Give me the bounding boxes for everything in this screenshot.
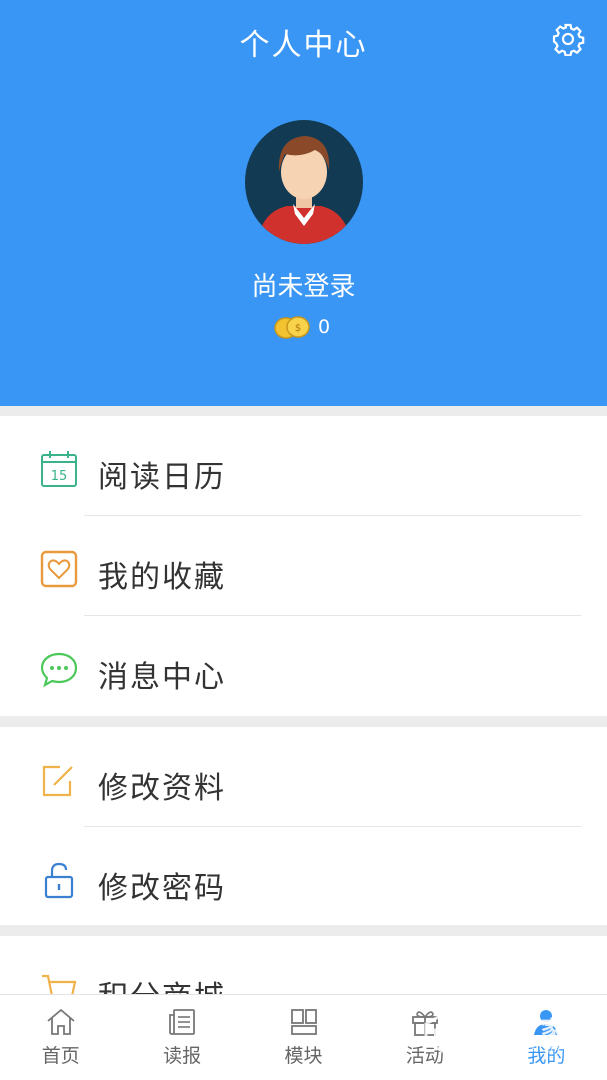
tab-label: 首页 [41, 1045, 80, 1067]
watermark: 硬件之家 YING JIAN ZHI JIA.COM [422, 1010, 589, 1055]
tab-newspaper[interactable]: 读报 [121, 995, 242, 1080]
tab-label: 读报 [163, 1045, 202, 1067]
menu-item-change-password[interactable]: 修改密码 [0, 827, 607, 927]
watermark-logo-icon [424, 1012, 460, 1053]
menu-item-messages[interactable]: 消息中心 [0, 616, 607, 716]
coin-balance: $ 0 [272, 312, 330, 342]
username-label[interactable]: 尚未登录 [0, 266, 607, 303]
edit-icon [42, 765, 73, 797]
menu-item-label: 阅读日历 [98, 460, 226, 495]
menu-item-edit-profile[interactable]: 修改资料 [0, 727, 607, 827]
svg-text:$: $ [295, 323, 301, 334]
newspaper-icon [169, 1009, 196, 1035]
menu-group-reading: 15 阅读日历 我的收藏 消息中心 [0, 416, 607, 716]
coin-count: 0 [318, 316, 331, 338]
modules-icon [290, 1009, 317, 1035]
profile-header: 个人中心 尚未登录 $ 0 [0, 0, 607, 406]
menu-item-points-mall[interactable]: 积分商城 [0, 936, 607, 996]
watermark-text: 硬件之家 [468, 1016, 565, 1044]
menu-item-favorites[interactable]: 我的收藏 [0, 516, 607, 616]
avatar[interactable] [245, 120, 363, 244]
menu-item-label: 修改资料 [98, 771, 226, 806]
svg-text:15: 15 [51, 469, 68, 484]
lock-icon [44, 862, 74, 899]
menu-group-shop: 积分商城 [0, 936, 607, 996]
watermark-subtext: YING JIAN ZHI JIA.COM [468, 1045, 589, 1055]
coin-icon: $ [274, 316, 310, 339]
gear-icon[interactable] [551, 22, 585, 56]
menu-item-label: 修改密码 [98, 871, 226, 906]
menu-group-account: 修改资料 修改密码 [0, 727, 607, 925]
home-icon [47, 1008, 75, 1035]
page-title: 个人中心 [239, 28, 368, 63]
menu-item-label: 积分商城 [98, 972, 226, 996]
profile-screen: 个人中心 尚未登录 $ 0 15 阅读日历 我的收藏 消息中心 修改资料 修改密… [0, 0, 607, 1080]
menu-item-label: 消息中心 [98, 660, 226, 695]
menu-item-label: 我的收藏 [98, 560, 226, 595]
chat-icon [40, 652, 78, 688]
calendar-icon: 15 [41, 451, 77, 487]
menu-item-reading-calendar[interactable]: 15 阅读日历 [0, 416, 607, 516]
tab-modules[interactable]: 模块 [243, 995, 364, 1080]
heart-icon [40, 550, 78, 588]
tab-label: 模块 [284, 1045, 323, 1067]
tab-home[interactable]: 首页 [0, 995, 121, 1080]
cart-icon [42, 974, 77, 996]
